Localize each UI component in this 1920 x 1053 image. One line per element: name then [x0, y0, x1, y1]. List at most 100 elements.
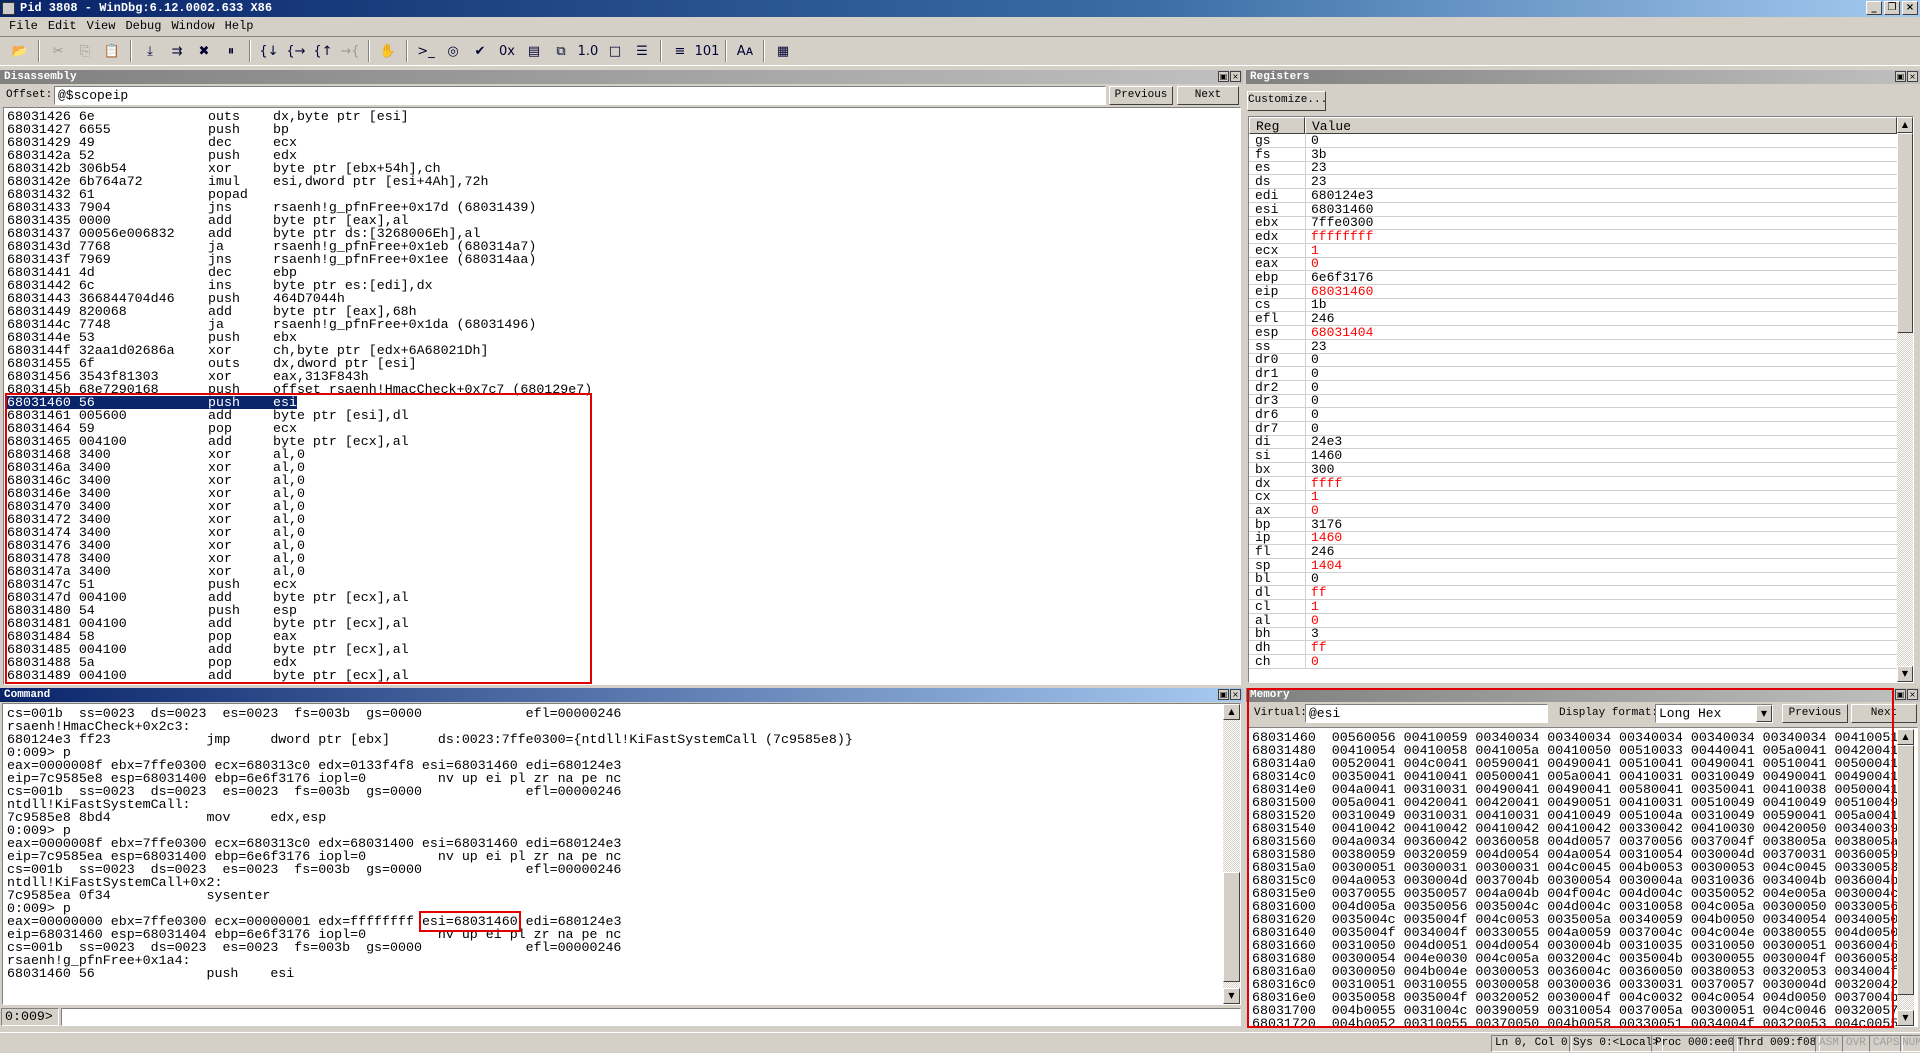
- disassembly-listing[interactable]: 68031426 6e outs dx,byte ptr [esi] 68031427…: [3, 107, 1241, 685]
- disassembly-row[interactable]: 6803142a 52 push edx: [4, 149, 1240, 162]
- register-row[interactable]: esp 68031404: [1249, 325, 1897, 340]
- run-to-cursor-icon[interactable]: →{: [338, 40, 362, 62]
- disassembly-row[interactable]: 68031442 6c ins byte ptr es:[edi],dx: [4, 279, 1240, 292]
- command-scrollbar[interactable]: ▲ ▼: [1223, 704, 1240, 1004]
- register-row[interactable]: bl 0: [1249, 572, 1897, 587]
- register-row[interactable]: sp 1404: [1249, 558, 1897, 573]
- register-value[interactable]: 1: [1311, 599, 1319, 614]
- register-row[interactable]: dr3 0: [1249, 394, 1897, 409]
- disassembly-row[interactable]: 68031464 59 pop ecx: [4, 422, 1240, 435]
- disassembly-row[interactable]: 6803147a 3400 xor al,0: [4, 565, 1240, 578]
- menu-edit[interactable]: Edit: [43, 17, 82, 35]
- menu-window[interactable]: Window: [166, 17, 219, 35]
- disassembly-row[interactable]: 68031481 004100 add byte ptr [ecx],al: [4, 617, 1240, 630]
- register-row[interactable]: fl 246: [1249, 545, 1897, 559]
- step-into-icon[interactable]: {↓: [257, 40, 281, 62]
- disassembly-row[interactable]: 68031433 7904 jns rsaenh!g_pfnFree+0x17d (…: [4, 201, 1240, 214]
- disassembly-row[interactable]: 68031456 3543f81303 xor eax,313F843h: [4, 370, 1240, 383]
- disassembly-row[interactable]: 6803144e 53 push ebx: [4, 331, 1240, 344]
- register-value[interactable]: 246: [1311, 545, 1334, 559]
- disassembly-row[interactable]: 68031470 3400 xor al,0: [4, 500, 1240, 513]
- register-row[interactable]: efl 246: [1249, 312, 1897, 327]
- register-value[interactable]: ffffffff: [1311, 229, 1373, 244]
- command-output[interactable]: cs=001b ss=0023 ds=0023 es=0023 fs=003b …: [2, 703, 1241, 1005]
- register-value[interactable]: 1460: [1311, 449, 1342, 463]
- register-value[interactable]: 0: [1311, 408, 1319, 422]
- disassembly-row[interactable]: 6803144c 7748 ja rsaenh!g_pfnFree+0x1da (6…: [4, 318, 1240, 331]
- disassembly-row[interactable]: 68031472 3400 xor al,0: [4, 513, 1240, 526]
- memory-scrollbar[interactable]: ▲ ▼: [1897, 729, 1914, 1026]
- memory-dump[interactable]: 68031460 00560056 00410059 00340034 0034…: [1248, 727, 1918, 1027]
- chevron-down-icon[interactable]: ▼: [1756, 705, 1772, 722]
- register-row[interactable]: bh 3: [1249, 627, 1897, 642]
- scroll-down-arrow-icon[interactable]: ▼: [1897, 666, 1913, 682]
- register-row[interactable]: edi 680124e3: [1249, 188, 1897, 203]
- paste-icon[interactable]: 📋: [100, 40, 124, 62]
- disassembly-row[interactable]: 68031435 0000 add byte ptr [eax],al: [4, 214, 1240, 227]
- close-button[interactable]: ×: [1902, 1, 1918, 15]
- register-value[interactable]: 0: [1311, 134, 1319, 148]
- register-row[interactable]: cl 1: [1249, 599, 1897, 614]
- scroll-up-arrow-icon[interactable]: ▲: [1223, 704, 1240, 720]
- register-row[interactable]: ip 1460: [1249, 531, 1897, 546]
- register-row[interactable]: cx 1: [1249, 490, 1897, 505]
- registers-window-icon[interactable]: 0x: [495, 40, 519, 62]
- disassembly-row[interactable]: 68031426 6e outs dx,byte ptr [esi]: [4, 110, 1240, 123]
- register-row[interactable]: dx ffff: [1249, 476, 1897, 491]
- register-row[interactable]: al 0: [1249, 613, 1897, 628]
- scroll-down-arrow-icon[interactable]: ▼: [1223, 988, 1240, 1004]
- disassembly-row[interactable]: 68031432 61 popad: [4, 188, 1240, 201]
- menu-file[interactable]: File: [4, 17, 43, 35]
- register-value[interactable]: ff: [1311, 586, 1327, 600]
- disassembly-row[interactable]: 68031488 5a pop edx: [4, 656, 1240, 669]
- locals-window-icon[interactable]: ✔: [468, 40, 492, 62]
- registers-scrollbar[interactable]: ▲ ▼: [1897, 117, 1913, 682]
- menu-debug[interactable]: Debug: [120, 17, 166, 35]
- register-row[interactable]: ecx 1: [1249, 243, 1897, 258]
- register-row[interactable]: ds 23: [1249, 175, 1897, 190]
- disassembly-row[interactable]: 6803145b 68e7290168 push offset rsaenh!Hma…: [4, 383, 1240, 396]
- register-value[interactable]: 0: [1311, 366, 1319, 381]
- scroll-down-arrow-icon[interactable]: ▼: [1897, 1010, 1914, 1026]
- offset-input[interactable]: @$scopeip: [54, 86, 1106, 105]
- open-icon[interactable]: 📂: [8, 40, 32, 62]
- disassembly-row[interactable]: 68031484 58 pop eax: [4, 630, 1240, 643]
- scroll-up-arrow-icon[interactable]: ▲: [1897, 729, 1914, 745]
- register-row[interactable]: dl ff: [1249, 586, 1897, 601]
- register-row[interactable]: bx 300: [1249, 462, 1897, 477]
- disassembly-row[interactable]: 6803143d 7768 ja rsaenh!g_pfnFree+0x1eb (6…: [4, 240, 1240, 253]
- disassembly-row[interactable]: 68031476 3400 xor al,0: [4, 539, 1240, 552]
- disassembly-row[interactable]: 6803147d 004100 add byte ptr [ecx],al: [4, 591, 1240, 604]
- register-row[interactable]: dr1 0: [1249, 366, 1897, 381]
- step-into-source-icon[interactable]: ⤓: [138, 40, 162, 62]
- disassembly-row[interactable]: 68031427 6655 push bp: [4, 123, 1240, 136]
- column-header-value[interactable]: Value: [1305, 117, 1897, 134]
- processes-threads-icon[interactable]: ☰: [630, 40, 654, 62]
- register-row[interactable]: edx ffffffff: [1249, 229, 1897, 244]
- disassembly-row[interactable]: 68031478 3400 xor al,0: [4, 552, 1240, 565]
- disassembly-row[interactable]: 68031489 004100 add byte ptr [ecx],al: [4, 669, 1240, 682]
- register-value[interactable]: 246: [1311, 312, 1334, 326]
- stop-debugging-icon[interactable]: ✖: [192, 40, 216, 62]
- disassembly-row[interactable]: 6803146e 3400 xor al,0: [4, 487, 1240, 500]
- command-scroll-thumb[interactable]: [1223, 872, 1240, 982]
- register-row[interactable]: ch 0: [1249, 654, 1897, 669]
- customize-button[interactable]: Customize...: [1247, 91, 1327, 111]
- step-over-source-icon[interactable]: ⇉: [165, 40, 189, 62]
- memory-scroll-thumb[interactable]: [1897, 745, 1914, 995]
- dock-icon[interactable]: ▣: [1895, 689, 1906, 700]
- disassembly-window-icon[interactable]: 1.0: [576, 40, 600, 62]
- disassembly-row[interactable]: 68031480 54 push esp: [4, 604, 1240, 617]
- disassembly-row[interactable]: 6803142e 6b764a72 imul esi,dword ptr [esi+…: [4, 175, 1240, 188]
- register-row[interactable]: di 24e3: [1249, 435, 1897, 450]
- memory-previous-button[interactable]: Previous: [1782, 704, 1848, 723]
- disassembly-row[interactable]: 68031455 6f outs dx,dword ptr [esi]: [4, 357, 1240, 370]
- disassembly-row[interactable]: 68031437 00056e006832 add byte ptr ds:[326…: [4, 227, 1240, 240]
- break-icon[interactable]: ⏸: [219, 40, 243, 62]
- register-row[interactable]: ss 23: [1249, 339, 1897, 354]
- register-row[interactable]: gs 0: [1249, 134, 1897, 148]
- cut-icon[interactable]: ✂: [46, 40, 70, 62]
- register-row[interactable]: es 23: [1249, 161, 1897, 176]
- disassembly-row[interactable]: 68031474 3400 xor al,0: [4, 526, 1240, 539]
- menu-view[interactable]: View: [82, 17, 121, 35]
